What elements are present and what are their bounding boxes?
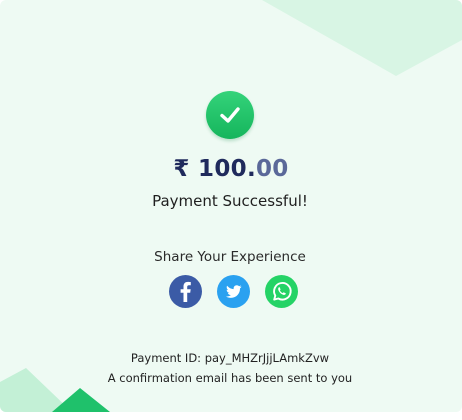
confirmation-message: A confirmation email has been sent to yo…: [107, 371, 353, 385]
amount-fraction: 00: [255, 156, 289, 182]
whatsapp-icon: [273, 282, 292, 301]
decorative-bottom-shape: [0, 368, 110, 412]
share-facebook-button[interactable]: [169, 275, 202, 308]
payment-id: Payment ID: pay_MHZrJjjLAmkZvw: [130, 351, 330, 365]
payment-amount: ₹ 100.00: [0, 156, 462, 182]
facebook-icon: [180, 281, 191, 302]
payment-status: Payment Successful!: [152, 192, 308, 210]
amount-whole: 100.: [198, 156, 256, 182]
twitter-icon: [226, 285, 242, 298]
currency-symbol: ₹: [173, 156, 190, 182]
decorative-top-shape: [262, 0, 462, 76]
share-heading: Share Your Experience: [154, 249, 306, 265]
share-twitter-button[interactable]: [217, 275, 250, 308]
success-check-icon: [206, 91, 254, 139]
payment-success-card: ₹ 100.00 Payment Successful! Share Your …: [0, 0, 462, 412]
share-whatsapp-button[interactable]: [265, 275, 298, 308]
